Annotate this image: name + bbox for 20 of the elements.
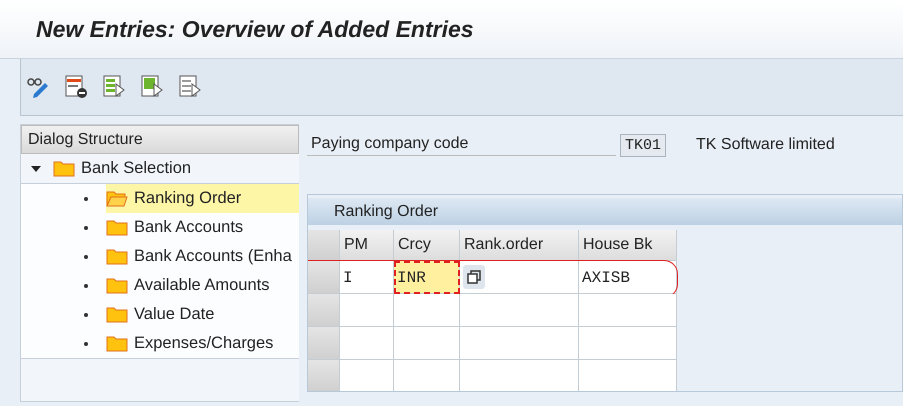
window-title: New Entries: Overview of Added Entries xyxy=(36,16,474,42)
panel-header: Dialog Structure xyxy=(21,125,299,154)
field-description: TK Software limited xyxy=(696,136,835,154)
company-code-field[interactable]: TK01 xyxy=(620,134,666,156)
tree-item[interactable]: Value Date xyxy=(106,300,299,329)
field-label: Paying company code xyxy=(307,134,616,156)
tree-item[interactable]: Available Amounts xyxy=(106,271,299,300)
column-header: House Bk xyxy=(579,230,677,261)
table-title: Ranking Order xyxy=(308,198,902,225)
tree-item[interactable]: Expenses/Charges xyxy=(106,329,299,358)
tree-item[interactable]: Bank Accounts xyxy=(106,213,299,242)
tree-item[interactable]: Ranking Order xyxy=(106,184,299,213)
tree-item[interactable]: Bank Accounts (Enha xyxy=(106,242,299,271)
table-cell[interactable]: INR xyxy=(394,261,460,294)
table-cell[interactable]: I xyxy=(340,261,394,294)
tree-item[interactable]: Bank Selection xyxy=(53,154,299,183)
column-header: Rank.order xyxy=(460,230,579,261)
table-cell[interactable]: AXISB xyxy=(579,261,677,294)
column-header: Crcy xyxy=(394,230,460,261)
column-header: PM xyxy=(340,230,394,261)
